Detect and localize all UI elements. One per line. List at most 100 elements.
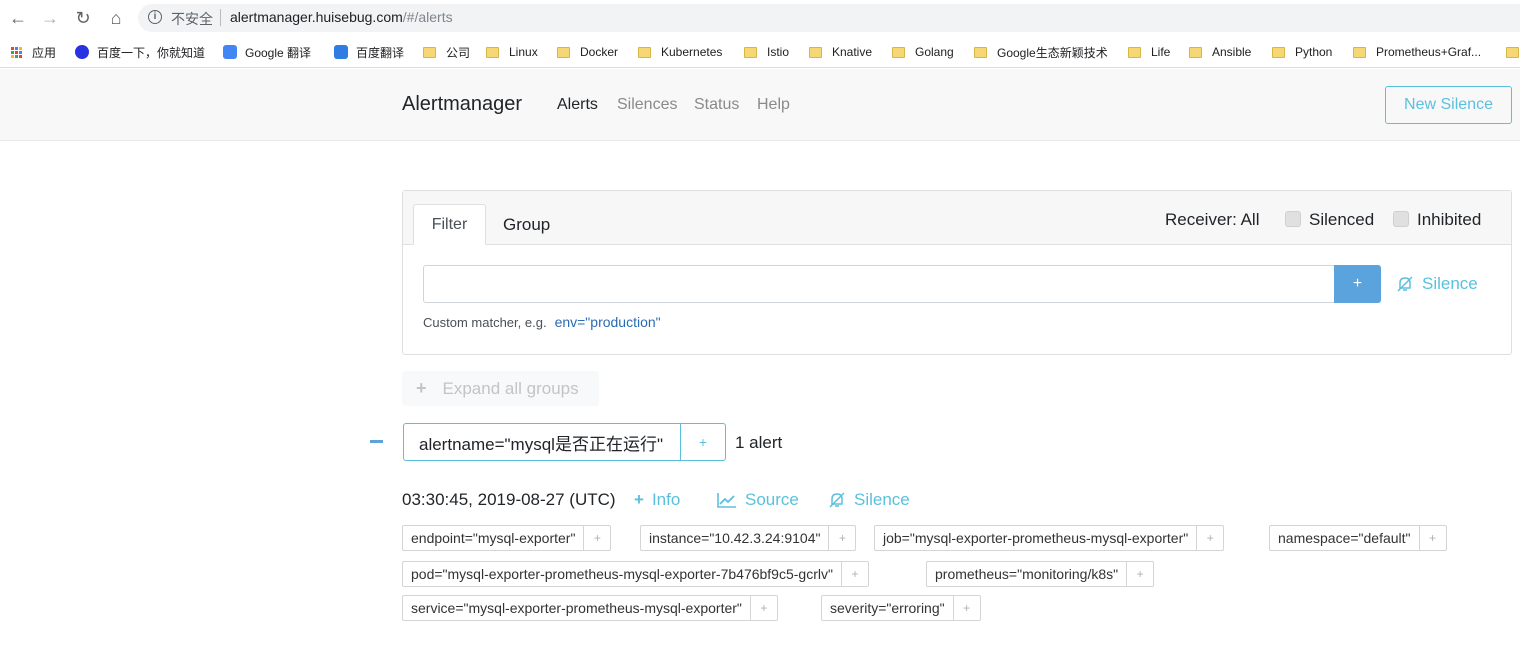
bookmark-folder[interactable]: Ansible — [1189, 43, 1251, 61]
nav-status[interactable]: Status — [694, 96, 739, 114]
nav-alerts[interactable]: Alerts — [557, 96, 598, 114]
filter-input[interactable] — [423, 265, 1335, 303]
bookmark-label: Knative — [832, 45, 873, 59]
label-text[interactable]: prometheus="monitoring/k8s" — [927, 562, 1128, 586]
reload-icon[interactable]: ↻ — [71, 6, 95, 30]
bookmark-label: Linux — [509, 45, 538, 59]
label-text[interactable]: service="mysql-exporter-prometheus-mysql… — [403, 596, 751, 620]
nav-help[interactable]: Help — [757, 96, 790, 114]
bookmark-folder-overflow[interactable] — [1506, 43, 1520, 61]
bookmark-folder[interactable]: Istio — [744, 43, 789, 61]
alert-label: prometheus="monitoring/k8s" + — [926, 561, 1155, 587]
bookmark-baidu-translate[interactable]: 百度翻译 — [334, 43, 404, 61]
new-silence-button[interactable]: New Silence — [1385, 86, 1512, 124]
silenced-checkbox[interactable] — [1285, 211, 1301, 227]
inhibited-checkbox[interactable] — [1393, 211, 1409, 227]
url-host: alertmanager.huisebug.com — [230, 9, 403, 25]
nav-silences[interactable]: Silences — [617, 96, 677, 114]
forward-arrow-icon[interactable]: → — [38, 6, 62, 30]
tab-filter[interactable]: Filter — [413, 204, 486, 245]
label-add-button[interactable]: + — [1197, 526, 1223, 550]
filter-card: Filter Group Receiver: All Silenced Inhi… — [402, 190, 1512, 355]
folder-icon — [974, 46, 987, 58]
label-text[interactable]: pod="mysql-exporter-prometheus-mysql-exp… — [403, 562, 842, 586]
baidu-translate-icon — [334, 45, 348, 59]
bookmark-apps[interactable]: 应用 — [11, 43, 56, 61]
bookmark-folder[interactable]: Python — [1272, 43, 1332, 61]
app-navbar: Alertmanager Alerts Silences Status Help… — [0, 69, 1520, 141]
collapse-minus-icon[interactable] — [370, 440, 383, 443]
label-add-button[interactable]: + — [751, 596, 777, 620]
url-text[interactable]: alertmanager.huisebug.com/#/alerts — [230, 9, 453, 25]
bookmark-folder[interactable]: Linux — [486, 43, 538, 61]
folder-icon — [744, 46, 757, 58]
label-add-button[interactable]: + — [842, 562, 868, 586]
folder-icon — [423, 46, 436, 58]
label-add-button[interactable]: + — [829, 526, 855, 550]
plus-icon: + — [416, 378, 427, 398]
silence-label: Silence — [854, 490, 910, 509]
alert-silence-button[interactable]: Silence — [828, 490, 910, 510]
bookmark-folder[interactable]: Prometheus+Graf... — [1353, 43, 1481, 61]
silence-label: Silence — [1422, 274, 1478, 293]
expand-all-button[interactable]: + Expand all groups — [402, 371, 599, 406]
brand-title[interactable]: Alertmanager — [402, 93, 522, 116]
expand-all-label: Expand all groups — [442, 378, 579, 398]
label-text[interactable]: severity="erroring" — [822, 596, 954, 620]
browser-chrome: ← → ↻ ⌂ i 不安全 alertmanager.huisebug.com/… — [0, 0, 1520, 68]
hint-example[interactable]: env="production" — [555, 314, 661, 330]
receiver-select[interactable]: Receiver: All — [1165, 210, 1259, 230]
bookmark-label: Prometheus+Graf... — [1376, 45, 1482, 59]
security-status[interactable]: 不安全 — [171, 9, 213, 29]
bookmark-label: Docker — [580, 45, 619, 59]
alert-label: instance="10.42.3.24:9104" + — [640, 525, 857, 551]
back-arrow-icon[interactable]: ← — [6, 6, 30, 30]
label-text[interactable]: job="mysql-exporter-prometheus-mysql-exp… — [875, 526, 1198, 550]
bookmark-google-translate[interactable]: Google 翻译 — [223, 43, 311, 61]
source-link[interactable]: Source — [717, 490, 799, 510]
folder-icon — [809, 46, 822, 58]
chart-line-icon — [717, 493, 736, 508]
apps-grid-icon — [11, 46, 22, 58]
home-icon[interactable]: ⌂ — [104, 6, 128, 30]
label-text[interactable]: endpoint="mysql-exporter" — [403, 526, 585, 550]
hint-text: Custom matcher, e.g. — [423, 315, 547, 330]
folder-icon — [1272, 46, 1285, 58]
label-add-button[interactable]: + — [1420, 526, 1446, 550]
info-button[interactable]: + Info — [634, 490, 680, 510]
add-matcher-button[interactable]: + — [1334, 265, 1381, 303]
bell-slash-icon — [829, 492, 845, 508]
bookmark-label: Ansible — [1212, 45, 1252, 59]
label-text[interactable]: namespace="default" — [1270, 526, 1420, 550]
bookmark-folder[interactable]: 公司 — [423, 43, 470, 61]
group-add-button[interactable]: + — [681, 424, 725, 460]
bookmark-folder[interactable]: Knative — [809, 43, 872, 61]
bookmark-folder[interactable]: Golang — [892, 43, 954, 61]
bookmark-folder[interactable]: Kubernetes — [638, 43, 722, 61]
info-label: Info — [651, 490, 681, 509]
bookmark-label: Life — [1151, 45, 1171, 59]
info-icon[interactable]: i — [148, 10, 162, 24]
label-add-button[interactable]: + — [1127, 562, 1153, 586]
group-matcher[interactable]: alertname="mysql是否正在运行" — [404, 424, 681, 460]
folder-icon — [1189, 46, 1202, 58]
plus-icon: + — [634, 490, 644, 509]
bookmark-label: Kubernetes — [661, 45, 723, 59]
alert-label: job="mysql-exporter-prometheus-mysql-exp… — [874, 525, 1225, 551]
label-add-button[interactable]: + — [954, 596, 980, 620]
folder-icon — [638, 46, 651, 58]
bookmark-folder[interactable]: Life — [1128, 43, 1170, 61]
bookmark-label: 公司 — [446, 45, 471, 60]
bookmark-folder[interactable]: Google生态新颖技术 — [974, 43, 1108, 61]
label-add-button[interactable]: + — [584, 526, 610, 550]
bookmark-label: 应用 — [32, 45, 57, 60]
tab-group[interactable]: Group — [503, 215, 550, 235]
google-translate-icon — [223, 45, 237, 59]
folder-icon — [1128, 46, 1141, 58]
bookmark-label: Istio — [767, 45, 790, 59]
filter-silence-link[interactable]: Silence — [1396, 274, 1478, 294]
label-text[interactable]: instance="10.42.3.24:9104" — [641, 526, 830, 550]
inhibited-label: Inhibited — [1417, 210, 1482, 229]
bookmark-baidu[interactable]: 百度一下，你就知道 — [75, 43, 205, 61]
bookmark-folder[interactable]: Docker — [557, 43, 618, 61]
